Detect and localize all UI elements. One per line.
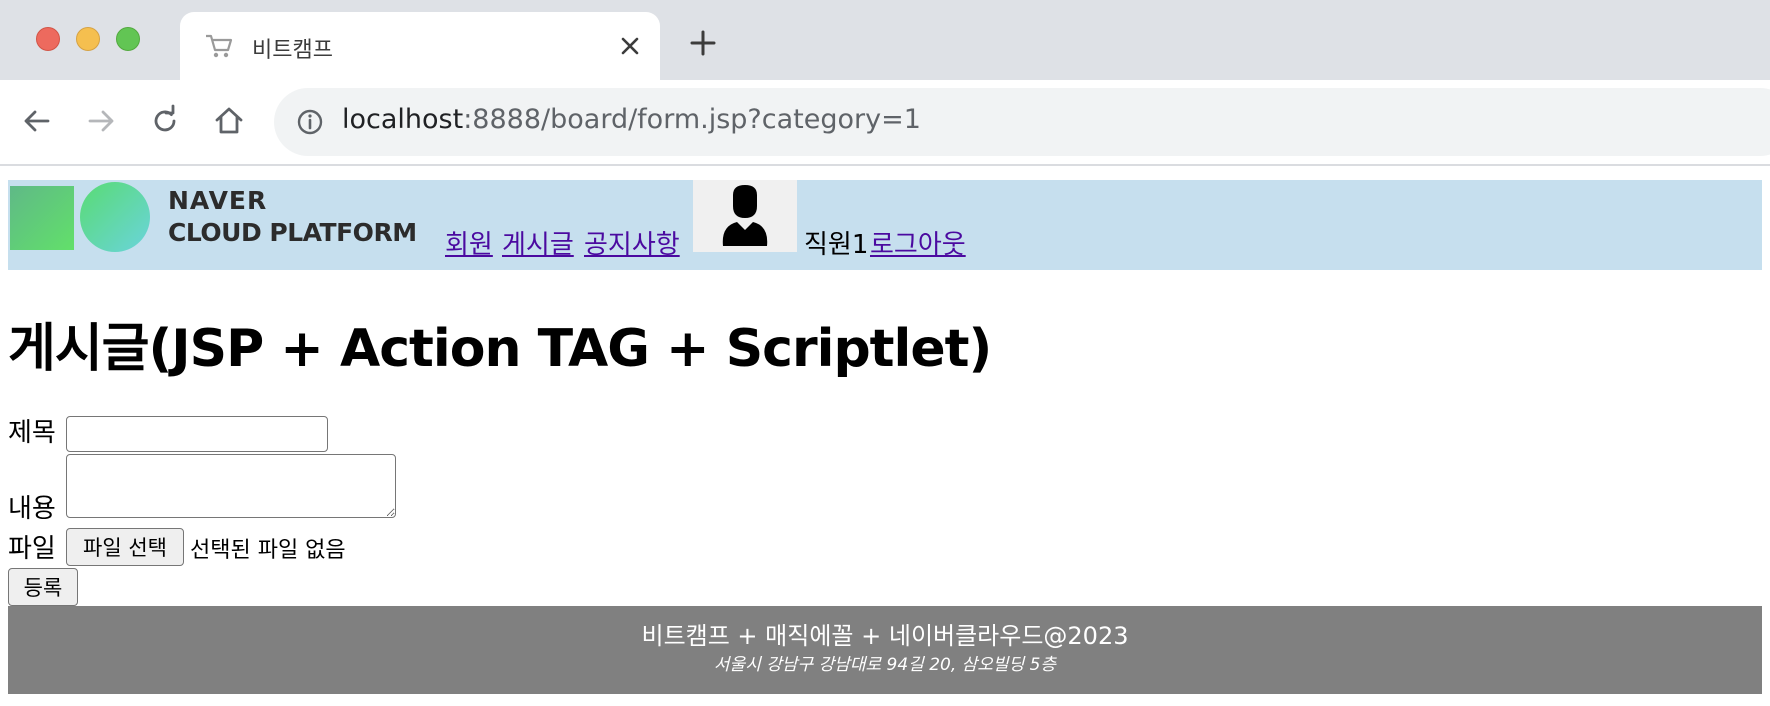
reload-icon[interactable]: [148, 104, 182, 138]
logo-text-line2: CLOUD PLATFORM: [168, 218, 417, 247]
content-label: 내용: [8, 494, 56, 524]
address-bar[interactable]: localhost:8888/board/form.jsp?category=1: [274, 88, 1770, 156]
site-header: NAVER CLOUD PLATFORM 회원 게시글 공지사항 직원1 로그아…: [8, 180, 1762, 270]
info-icon[interactable]: [296, 108, 324, 136]
minimize-window-icon[interactable]: [76, 27, 100, 51]
cart-icon: [206, 34, 233, 58]
logo-square-mark: [10, 186, 74, 250]
url-path: :8888/board/form.jsp?category=1: [463, 104, 921, 135]
page-title: 게시글(JSP + Action TAG + Scriptlet): [8, 319, 992, 379]
nav-link-notice[interactable]: 공지사항: [584, 224, 680, 261]
naver-cloud-logo[interactable]: NAVER CLOUD PLATFORM: [10, 182, 448, 252]
user-name: 직원1: [804, 230, 869, 260]
url-text[interactable]: localhost:8888/board/form.jsp?category=1: [342, 104, 921, 135]
nav-link-board[interactable]: 게시글: [502, 224, 574, 261]
page-content: NAVER CLOUD PLATFORM 회원 게시글 공지사항 직원1 로그아…: [0, 166, 1770, 706]
title-input[interactable]: [66, 416, 328, 452]
forward-icon[interactable]: [84, 104, 118, 138]
content-textarea[interactable]: [66, 454, 396, 518]
home-icon[interactable]: [212, 104, 246, 138]
close-tab-icon[interactable]: [614, 30, 646, 62]
file-label: 파일: [8, 534, 56, 564]
nav-link-members[interactable]: 회원: [445, 224, 493, 261]
close-window-icon[interactable]: [36, 27, 60, 51]
footer-credits: 비트캠프 + 매직에꼴 + 네이버클라우드@2023: [641, 622, 1129, 650]
back-icon[interactable]: [20, 104, 54, 138]
logo-circle-mark: [80, 182, 150, 252]
user-avatar-icon: [722, 185, 768, 246]
file-status-text: 선택된 파일 없음: [190, 538, 346, 563]
tab-title: 비트캠프: [252, 38, 333, 63]
footer-address: 서울시 강남구 강남대로 94길 20, 삼오빌딩 5층: [713, 655, 1057, 675]
maximize-window-icon[interactable]: [116, 27, 140, 51]
new-tab-icon[interactable]: [688, 28, 718, 58]
title-label: 제목: [8, 418, 56, 448]
browser-tabstrip: 비트캠프: [0, 0, 1770, 80]
submit-button[interactable]: 등록: [8, 568, 78, 606]
file-select-button[interactable]: 파일 선택: [66, 528, 184, 566]
avatar: [693, 180, 797, 252]
logout-link[interactable]: 로그아웃: [870, 224, 966, 261]
browser-tab[interactable]: 비트캠프: [180, 12, 660, 80]
site-footer: 비트캠프 + 매직에꼴 + 네이버클라우드@2023 서울시 강남구 강남대로 …: [8, 606, 1762, 694]
url-host: localhost: [342, 104, 464, 135]
browser-toolbar: localhost:8888/board/form.jsp?category=1: [0, 80, 1770, 166]
logo-text-line1: NAVER: [168, 186, 268, 215]
